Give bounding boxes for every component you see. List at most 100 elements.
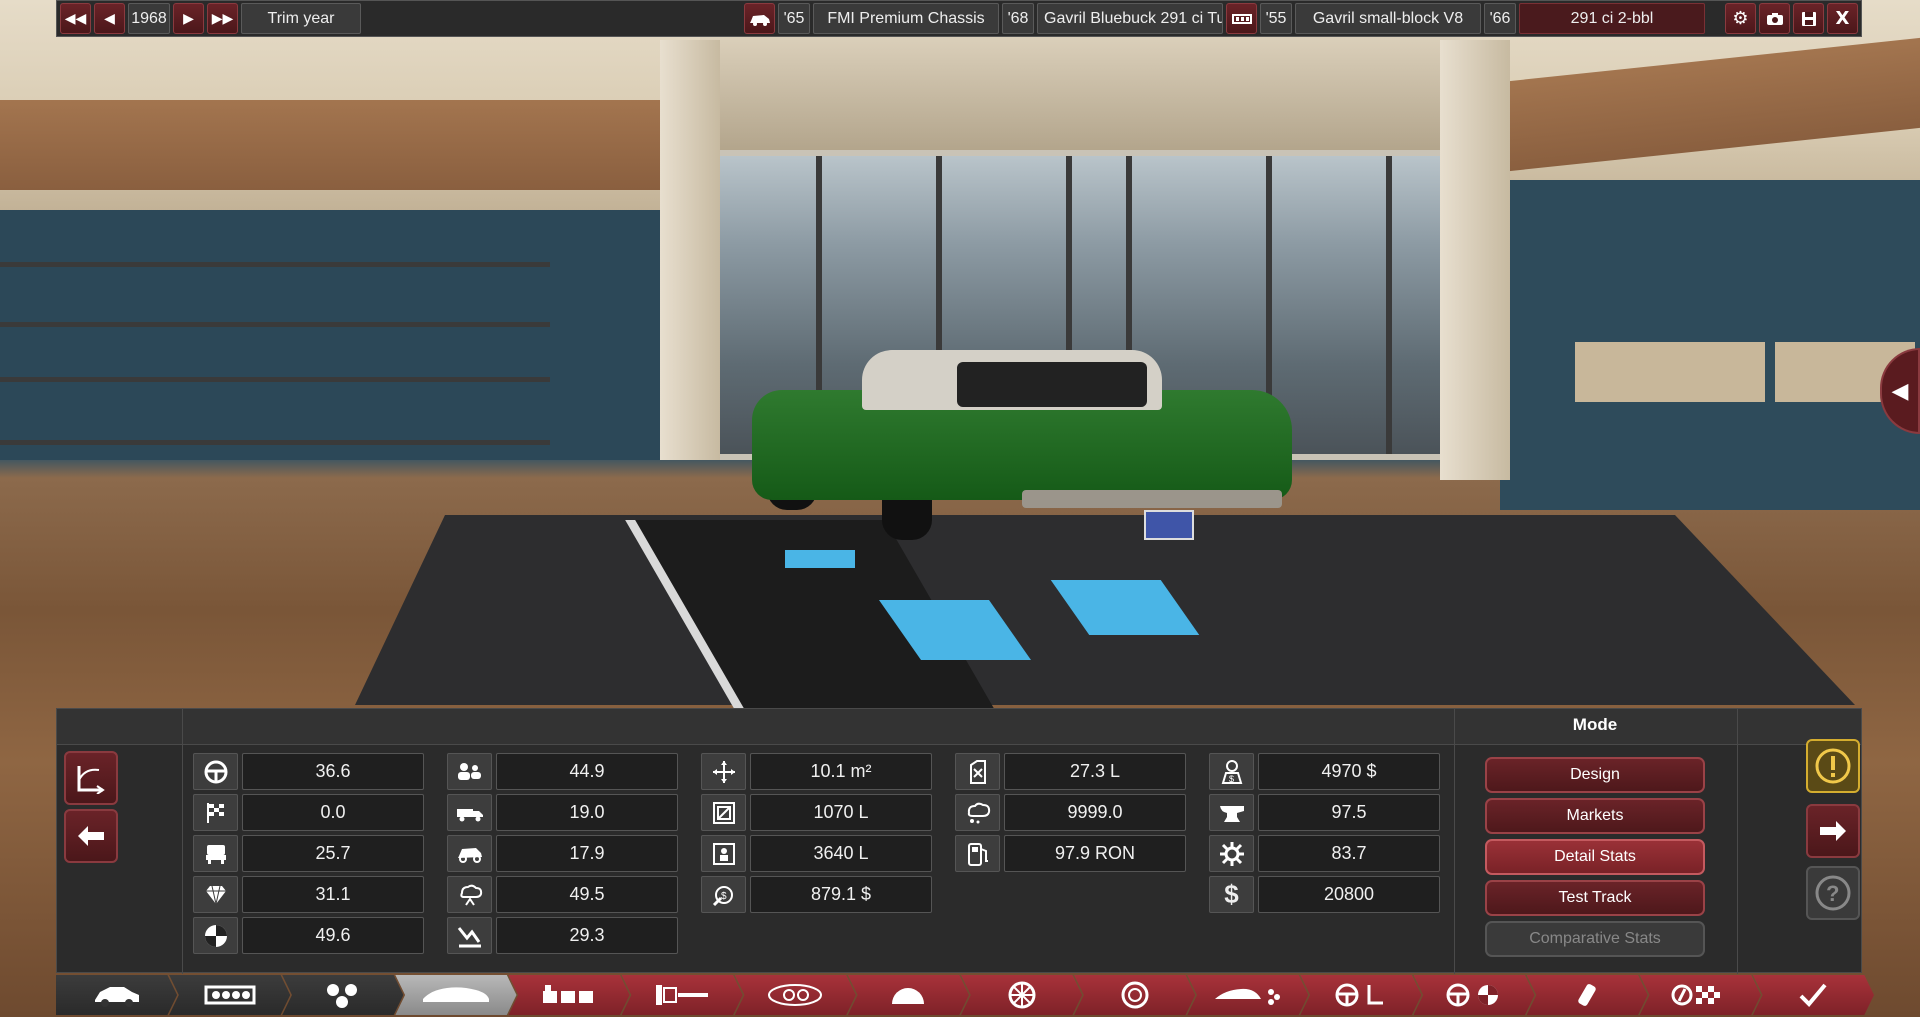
- fuel-pump-icon: [955, 835, 1000, 872]
- mode-test-track-button[interactable]: Test Track: [1485, 880, 1705, 916]
- stat-value: 31.1: [242, 876, 424, 913]
- nav-brakes[interactable]: [1074, 975, 1196, 1015]
- stat-value: 9999.0: [1004, 794, 1186, 831]
- year-last-button[interactable]: ▶▶: [207, 3, 238, 34]
- year-next-button[interactable]: ▶: [173, 3, 204, 34]
- chassis-name[interactable]: FMI Premium Chassis: [813, 3, 999, 34]
- year-prev-button[interactable]: ◀: [94, 3, 125, 34]
- garage-wall-left: [0, 210, 670, 460]
- stat-row: 83.7: [1209, 835, 1440, 872]
- svg-text:$: $: [1229, 774, 1234, 784]
- test-icon: [1671, 984, 1721, 1006]
- stat-value: 25.7: [242, 835, 424, 872]
- nav-finish[interactable]: [1752, 975, 1874, 1015]
- nav-test[interactable]: [1639, 975, 1761, 1015]
- diamond-icon: [193, 876, 238, 913]
- screenshot-button[interactable]: [1759, 3, 1790, 34]
- trim-year-label: Trim year: [241, 3, 361, 34]
- stat-value: 27.3 L: [1004, 753, 1186, 790]
- interior-icon: [543, 985, 594, 1003]
- nav-wheels[interactable]: [961, 975, 1083, 1015]
- floppy-disk-icon: [1801, 11, 1816, 26]
- tyres-icon: [1446, 983, 1499, 1007]
- cargo-volume-icon: [701, 794, 746, 831]
- nav-interior[interactable]: [508, 975, 630, 1015]
- service-cost-icon: $: [701, 876, 746, 913]
- wall-wood-stripe-left: [0, 100, 670, 190]
- mode-design-button[interactable]: Design: [1485, 757, 1705, 793]
- nav-suspension[interactable]: [621, 975, 743, 1015]
- svg-text:?: ?: [1826, 881, 1839, 906]
- warning-button[interactable]: [1806, 739, 1860, 793]
- help-button[interactable]: ?: [1806, 866, 1860, 920]
- stat-value: 879.1 $: [750, 876, 932, 913]
- rewind-icon: ◀◀: [64, 10, 87, 27]
- engine-family-year: '55: [1260, 3, 1292, 34]
- stat-value: 20800: [1258, 876, 1440, 913]
- next-icon: ▶: [183, 10, 194, 27]
- arrow-left-icon: [78, 826, 104, 846]
- prev-icon: ◀: [104, 10, 115, 27]
- stat-row: 9999.0: [955, 794, 1186, 831]
- stat-row: $ 4970 $: [1209, 753, 1440, 790]
- passengers-icon: [447, 753, 492, 790]
- chassis-button[interactable]: [744, 3, 775, 34]
- mode-detail-stats-button[interactable]: Detail Stats: [1485, 839, 1705, 875]
- next-button[interactable]: [1806, 804, 1860, 858]
- stat-row: 44.9: [447, 753, 678, 790]
- engineering-cost-icon: $: [1209, 753, 1254, 790]
- graph-view-button[interactable]: [64, 751, 118, 805]
- nav-gearbox[interactable]: [847, 975, 969, 1015]
- nav-fixtures[interactable]: [734, 975, 856, 1015]
- stats-panel: Mode 36.6 0.0 25.7 31.1 49.6 44.9 19.0 1…: [56, 708, 1862, 974]
- steering-wheel-icon: [193, 753, 238, 790]
- nav-car-design[interactable]: [395, 975, 517, 1015]
- engine-button[interactable]: [1226, 3, 1257, 34]
- engine-parts-icon: [326, 984, 357, 1008]
- settings-button[interactable]: ⚙: [1725, 3, 1756, 34]
- stat-row: 19.0: [447, 794, 678, 831]
- stat-row: 97.9 RON: [955, 835, 1186, 872]
- camera-icon: [1766, 12, 1783, 25]
- tool-pegboard: [1575, 342, 1765, 402]
- nav-steering[interactable]: [1300, 975, 1422, 1015]
- stat-row: 49.5: [447, 876, 678, 913]
- triangle-left-icon: ◀: [1891, 378, 1909, 404]
- model-name[interactable]: Gavril Bluebuck 291 ci Tur: [1037, 3, 1223, 34]
- close-button[interactable]: X: [1827, 3, 1858, 34]
- checkered-flag-icon: [193, 794, 238, 831]
- stat-value: 0.0: [242, 794, 424, 831]
- car-design-icon: [422, 987, 489, 1002]
- nav-car-body[interactable]: [56, 975, 178, 1015]
- stat-row: $ 20800: [1209, 876, 1440, 913]
- nav-engine-parts[interactable]: [282, 975, 404, 1015]
- dollar-icon: $: [1209, 876, 1254, 913]
- steering-icon: [1335, 983, 1383, 1007]
- garage-ceiling: [700, 30, 1460, 150]
- chassis-year: '65: [778, 3, 810, 34]
- save-button[interactable]: [1793, 3, 1824, 34]
- top-bar: ◀◀ ◀ 1968 ▶ ▶▶ Trim year '65 FMI Premium…: [56, 0, 1862, 37]
- nav-tyres[interactable]: [1413, 975, 1535, 1015]
- environment-icon: [447, 876, 492, 913]
- license-plate: [1144, 510, 1194, 540]
- year-field[interactable]: 1968: [128, 3, 170, 34]
- brakes-icon: [1121, 981, 1149, 1009]
- stat-row: 97.5: [1209, 794, 1440, 831]
- fast-forward-icon: ▶▶: [211, 10, 234, 27]
- nav-engine-block[interactable]: [169, 975, 291, 1015]
- suspension-icon: [656, 985, 709, 1005]
- engine-variant[interactable]: 291 ci 2-bbl: [1519, 3, 1705, 34]
- car-model[interactable]: [752, 350, 1292, 540]
- design-step-nav: [56, 975, 1874, 1015]
- back-button[interactable]: [64, 809, 118, 863]
- question-icon: ?: [1815, 875, 1851, 911]
- utility-truck-icon: [447, 794, 492, 831]
- stat-row: 29.3: [447, 917, 678, 954]
- year-first-button[interactable]: ◀◀: [60, 3, 91, 34]
- stat-value: 19.0: [496, 794, 678, 831]
- engine-family[interactable]: Gavril small-block V8: [1295, 3, 1481, 34]
- mode-markets-button[interactable]: Markets: [1485, 798, 1705, 834]
- nav-exhaust[interactable]: [1526, 975, 1648, 1015]
- nav-aerodynamics[interactable]: [1187, 975, 1309, 1015]
